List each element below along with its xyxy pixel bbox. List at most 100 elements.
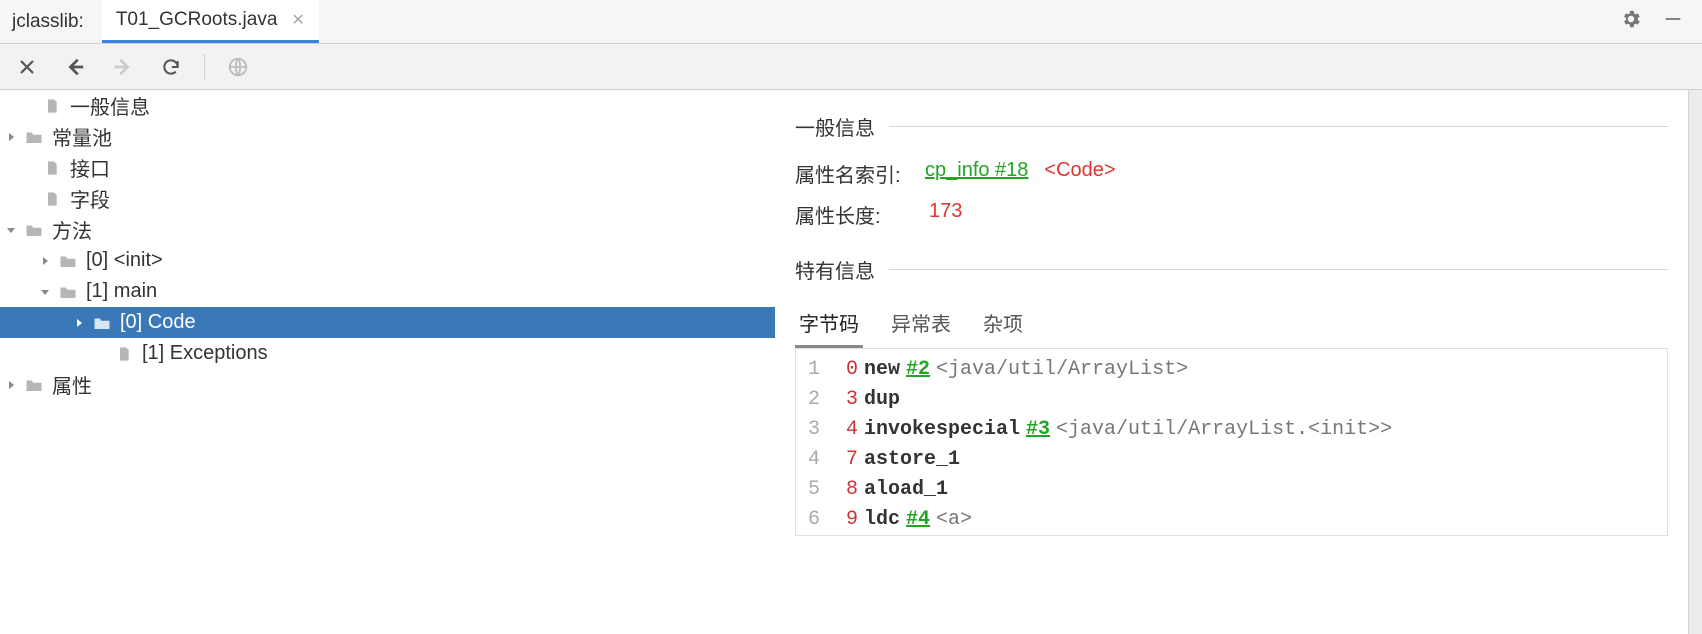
tree-label: 常量池	[52, 122, 112, 151]
tree-label: 属性	[52, 370, 92, 399]
bytecode-offset: 8	[830, 475, 864, 505]
gear-icon[interactable]	[1620, 8, 1642, 35]
folder-icon	[56, 253, 80, 269]
bytecode-row: 58 aload_1	[796, 475, 1667, 505]
tree-panel: 一般信息 常量池 接口 字段 方法 [0] <init>	[0, 90, 775, 634]
tree-label: [0] <init>	[86, 249, 163, 272]
section-title: 特有信息	[795, 255, 875, 284]
section-general: 一般信息	[795, 112, 1668, 141]
operand-desc: <java/util/ArrayList.<init>>	[1056, 415, 1392, 445]
attr-name-label: 属性名索引:	[795, 159, 925, 188]
operand-desc: <a>	[936, 505, 972, 535]
chevron-right-icon[interactable]	[34, 255, 56, 267]
tree-item-interfaces[interactable]: 接口	[0, 152, 775, 183]
chevron-right-icon[interactable]	[68, 317, 90, 329]
body-split: 一般信息 常量池 接口 字段 方法 [0] <init>	[0, 90, 1702, 634]
forward-button[interactable]	[108, 52, 138, 82]
tree-item-constant-pool[interactable]: 常量池	[0, 121, 775, 152]
constant-ref[interactable]: #4	[906, 505, 930, 535]
tab-bytecode[interactable]: 字节码	[795, 302, 863, 348]
bytecode-row: 23 dup	[796, 385, 1667, 415]
file-icon	[40, 98, 64, 114]
attr-length-label: 属性长度:	[795, 200, 925, 229]
tab-bar: jclasslib: T01_GCRoots.java ✕	[0, 0, 1702, 44]
line-number: 3	[796, 415, 830, 445]
opcode: invokespecial	[864, 415, 1020, 445]
toolbar	[0, 44, 1702, 90]
tab-label: T01_GCRoots.java	[116, 9, 278, 31]
attr-name-desc: <Code>	[1044, 159, 1115, 188]
bytecode-row: 47 astore_1	[796, 445, 1667, 475]
attr-name-row: 属性名索引: cp_info #18 <Code>	[795, 159, 1668, 188]
bytecode-offset: 3	[830, 385, 864, 415]
attr-length-value: 173	[929, 200, 962, 229]
file-icon	[112, 346, 136, 362]
line-number: 5	[796, 475, 830, 505]
opcode: dup	[864, 385, 900, 415]
detail-panel: 一般信息 属性名索引: cp_info #18 <Code> 属性长度: 173…	[775, 90, 1688, 634]
opcode: new	[864, 355, 900, 385]
refresh-button[interactable]	[156, 52, 186, 82]
bytecode-row: 34 invokespecial #3<java/util/ArrayList.…	[796, 415, 1667, 445]
tree-item-code[interactable]: [0] Code	[0, 307, 775, 338]
line-number: 4	[796, 445, 830, 475]
folder-icon	[22, 129, 46, 145]
operand-desc: <java/util/ArrayList>	[936, 355, 1188, 385]
opcode: ldc	[864, 505, 900, 535]
chevron-right-icon[interactable]	[0, 131, 22, 143]
section-specific: 特有信息	[795, 255, 1668, 284]
toolbar-divider	[204, 54, 205, 80]
chevron-down-icon[interactable]	[0, 224, 22, 236]
bytecode-row: 10 new #2<java/util/ArrayList>	[796, 355, 1667, 385]
tree-label: [1] Exceptions	[142, 342, 268, 365]
opcode: aload_1	[864, 475, 948, 505]
line-number: 2	[796, 385, 830, 415]
bytecode-offset: 7	[830, 445, 864, 475]
tree-label: 字段	[70, 184, 110, 213]
attr-length-row: 属性长度: 173	[795, 200, 1668, 229]
close-icon[interactable]: ✕	[291, 10, 304, 30]
constant-ref[interactable]: #3	[1026, 415, 1050, 445]
line-number: 6	[796, 505, 830, 535]
right-gutter	[1688, 90, 1702, 634]
attr-name-link[interactable]: cp_info #18	[925, 159, 1028, 188]
bytecode-offset: 0	[830, 355, 864, 385]
tree-item-attributes[interactable]: 属性	[0, 369, 775, 400]
tab-exceptions[interactable]: 异常表	[887, 302, 955, 348]
line-number: 1	[796, 355, 830, 385]
tree-item-init[interactable]: [0] <init>	[0, 245, 775, 276]
minimize-icon[interactable]	[1662, 8, 1684, 35]
folder-icon	[22, 222, 46, 238]
tree-label: [0] Code	[120, 311, 196, 334]
constant-ref[interactable]: #2	[906, 355, 930, 385]
chevron-right-icon[interactable]	[0, 379, 22, 391]
folder-icon	[22, 377, 46, 393]
inner-tabs: 字节码 异常表 杂项	[795, 302, 1668, 349]
tree-item-fields[interactable]: 字段	[0, 183, 775, 214]
bytecode-offset: 9	[830, 505, 864, 535]
tab-misc[interactable]: 杂项	[979, 302, 1027, 348]
back-button[interactable]	[60, 52, 90, 82]
chevron-down-icon[interactable]	[34, 286, 56, 298]
opcode: astore_1	[864, 445, 960, 475]
globe-button[interactable]	[223, 52, 253, 82]
file-tab[interactable]: T01_GCRoots.java ✕	[102, 0, 319, 43]
close-button[interactable]	[12, 52, 42, 82]
bytecode-view: 10 new #2<java/util/ArrayList>23 dup34 i…	[795, 349, 1668, 536]
tree-item-methods[interactable]: 方法	[0, 214, 775, 245]
tree-item-exceptions[interactable]: [1] Exceptions	[0, 338, 775, 369]
section-title: 一般信息	[795, 112, 875, 141]
tree-label: 一般信息	[70, 91, 150, 120]
tree-label: 方法	[52, 215, 92, 244]
file-icon	[40, 191, 64, 207]
bytecode-offset: 4	[830, 415, 864, 445]
folder-icon	[90, 315, 114, 331]
tree-item-main[interactable]: [1] main	[0, 276, 775, 307]
tree-item-general[interactable]: 一般信息	[0, 90, 775, 121]
tree-label: 接口	[70, 153, 110, 182]
folder-icon	[56, 284, 80, 300]
file-icon	[40, 160, 64, 176]
tree-label: [1] main	[86, 280, 157, 303]
bytecode-row: 69 ldc #4<a>	[796, 505, 1667, 535]
app-label: jclasslib:	[0, 11, 102, 33]
